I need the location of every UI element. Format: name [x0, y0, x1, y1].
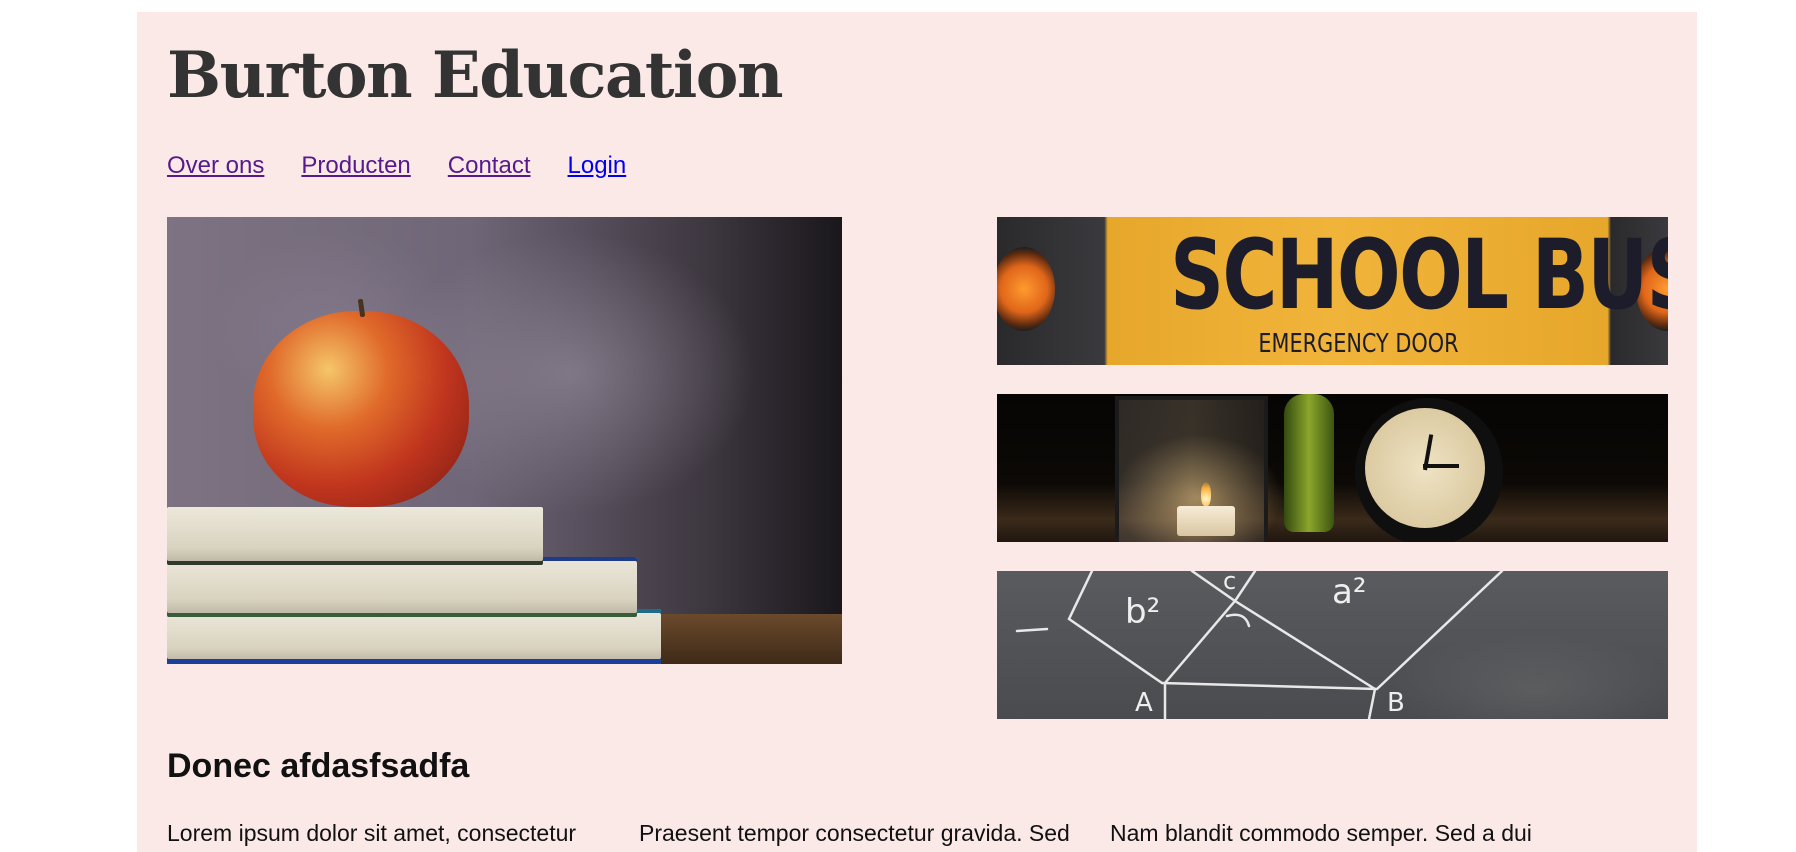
bottle [1284, 394, 1334, 532]
book [167, 507, 543, 565]
candle-clock-image [997, 394, 1668, 542]
chalk-drawing: b² a² c A B [1015, 571, 1504, 719]
page-container: Burton Education Over ons Producten Cont… [137, 12, 1697, 852]
chalk-label: b² [1125, 592, 1160, 632]
nav-link-contact[interactable]: Contact [448, 152, 531, 180]
book [167, 609, 661, 664]
chalkboard-image: b² a² c A B [997, 571, 1668, 719]
chalk-label: c [1223, 571, 1236, 595]
school-bus-image: SCHOOL BUS EMERGENCY DOOR [997, 217, 1668, 365]
bus-door-text: EMERGENCY DOOR [1258, 329, 1459, 359]
chalk-label: B [1387, 688, 1405, 718]
chalk-label: A [1135, 688, 1153, 718]
bus-light [997, 247, 1055, 331]
hero-image-apple-books [167, 217, 842, 664]
nav-link-login[interactable]: Login [568, 152, 627, 180]
chalk-label: a² [1332, 572, 1366, 612]
text-column-1: Lorem ipsum dolor sit amet, consectetur [167, 820, 577, 846]
site-logo[interactable]: Burton Education [167, 38, 784, 115]
clock-hand [1423, 464, 1459, 468]
candle-flame [1201, 482, 1211, 506]
book [167, 557, 637, 617]
text-column-3: Nam blandit commodo semper. Sed a dui [1110, 820, 1532, 846]
apple [253, 311, 469, 507]
nav-link-producten[interactable]: Producten [301, 152, 410, 180]
main-nav: Over ons Producten Contact Login [167, 152, 626, 180]
text-column-2: Praesent tempor consectetur gravida. Sed [639, 820, 1070, 846]
bus-sign-text: SCHOOL BUS [1170, 219, 1668, 331]
candle [1177, 506, 1235, 536]
section-heading: Donec afdasfsadfa [167, 747, 470, 785]
nav-link-over-ons[interactable]: Over ons [167, 152, 264, 180]
